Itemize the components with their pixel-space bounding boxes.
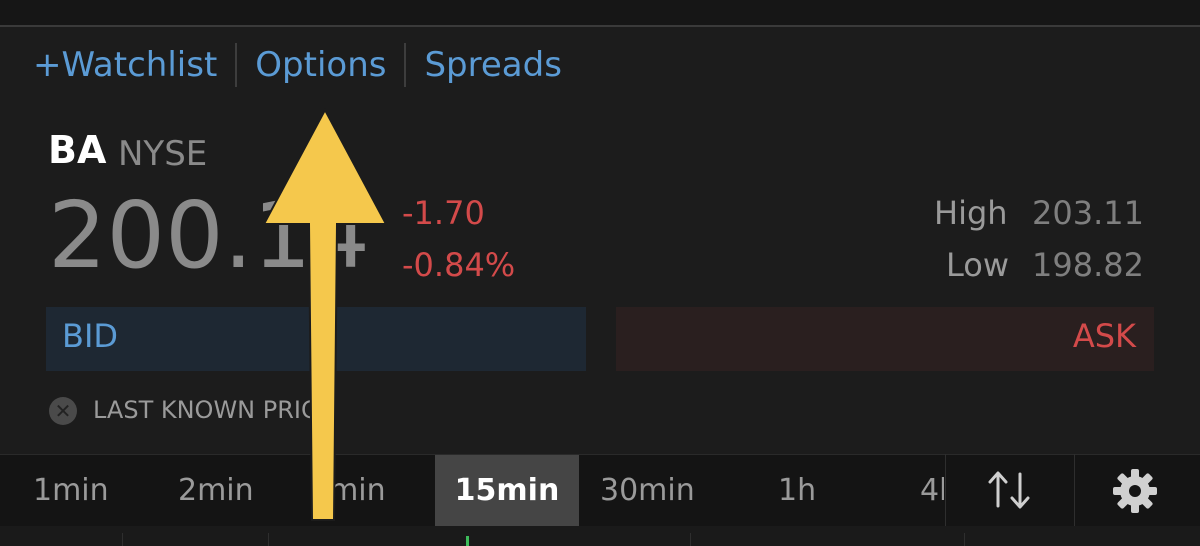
ask-button[interactable]: ASK [616,307,1154,371]
price-change-percent: -0.84% [402,246,516,284]
timeframe-2min[interactable]: 2min [178,455,254,527]
chart-gridline [964,533,965,546]
toolbar-divider [945,454,946,526]
timeframe-30min[interactable]: 30min [600,455,695,527]
chart-gridline [122,533,123,546]
sort-up-down-icon[interactable] [980,466,1038,514]
window-top-bar [0,0,1200,27]
exchange-name: NYSE [118,134,208,174]
spreads-link[interactable]: Spreads [424,45,561,85]
close-circle-icon: ✕ [49,397,77,425]
chart-gridline [690,533,691,546]
link-divider [404,43,407,87]
high-label: High [934,194,1008,232]
action-links: +Watchlist Options Spreads [33,42,562,88]
options-link[interactable]: Options [255,45,386,85]
low-value: 198.82 [1032,246,1144,284]
low-label: Low [946,246,1010,284]
chart-strip [0,526,1200,546]
chart-gridline [268,533,269,546]
toolbar-divider [1074,454,1075,526]
bid-label: BID [62,317,119,355]
ask-label: ASK [1072,317,1136,355]
timeframe-4h[interactable]: 4h [920,455,944,527]
price-change: -1.70 [402,194,485,232]
timeframe-1h[interactable]: 1h [778,455,816,527]
timeframe-1min[interactable]: 1min [33,455,109,527]
link-divider [235,43,238,87]
add-watchlist-link[interactable]: +Watchlist [33,45,217,85]
high-value: 203.11 [1032,194,1144,232]
ticker-symbol: BA [48,128,107,172]
gear-icon[interactable] [1112,468,1158,514]
timeframe-15min[interactable]: 15min [435,455,579,527]
chart-candle [466,536,469,546]
arrow-annotation-icon [262,108,388,521]
